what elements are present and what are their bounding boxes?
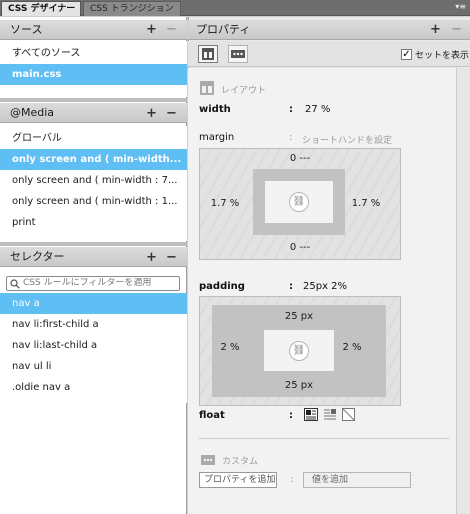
- remove-media-icon[interactable]: −: [166, 104, 177, 124]
- layout-section-label: レイアウト: [221, 86, 267, 96]
- sources-title: ソース: [10, 23, 43, 36]
- remove-property-icon[interactable]: −: [451, 20, 462, 40]
- ellipsis-icon: [231, 50, 245, 58]
- padding-colon: :: [289, 281, 293, 292]
- sources-list: すべてのソース main.css: [0, 41, 187, 97]
- add-property-icon[interactable]: +: [430, 20, 441, 40]
- float-label: float: [199, 410, 225, 421]
- padding-top-value[interactable]: 25 px: [269, 311, 329, 322]
- margin-colon: :: [289, 132, 293, 143]
- show-set-label: セットを表示: [415, 51, 470, 61]
- margin-label: margin: [199, 132, 235, 143]
- add-selector-icon[interactable]: +: [146, 248, 157, 268]
- custom-section-label: カスタム: [222, 457, 259, 467]
- layout-category-button[interactable]: [198, 45, 218, 63]
- media-title: @Media: [10, 106, 55, 119]
- custom-section-icon: [201, 455, 215, 465]
- padding-label: padding: [199, 281, 245, 292]
- remove-source-icon[interactable]: −: [166, 20, 177, 40]
- tab-css-transitions[interactable]: CSS トランジション: [83, 1, 181, 16]
- custom-colon: :: [290, 474, 294, 485]
- selectors-header: セレクター: [0, 247, 187, 267]
- selector-item[interactable]: .oldie nav a: [0, 377, 187, 398]
- media-list: グローバル only screen and ( min-width... onl…: [0, 126, 187, 241]
- media-item[interactable]: only screen and ( min-width : 1...: [0, 191, 187, 212]
- media-item[interactable]: グローバル: [0, 128, 187, 149]
- tab-css-designer[interactable]: CSS デザイナー: [1, 1, 81, 16]
- source-item-selected[interactable]: main.css: [0, 64, 187, 85]
- selector-item[interactable]: nav ul li: [0, 356, 187, 377]
- padding-value[interactable]: 25px 2%: [303, 281, 347, 292]
- properties-title: プロパティ: [196, 23, 251, 36]
- width-label: width: [199, 104, 231, 115]
- margin-bottom-value[interactable]: 0 ---: [270, 242, 330, 253]
- width-colon: :: [289, 104, 293, 115]
- margin-top-value[interactable]: 0 ---: [270, 153, 330, 164]
- selector-filter-input[interactable]: [23, 278, 173, 288]
- divider[interactable]: [0, 242, 187, 246]
- padding-right-value[interactable]: 2 %: [334, 342, 370, 353]
- custom-property-input[interactable]: プロパティを追加: [199, 472, 277, 488]
- padding-left-value[interactable]: 2 %: [212, 342, 248, 353]
- source-item[interactable]: すべてのソース: [0, 43, 187, 64]
- link-padding-icon[interactable]: ⛓: [289, 341, 309, 361]
- selector-item-selected[interactable]: nav a: [0, 293, 187, 314]
- more-category-button[interactable]: [228, 45, 248, 63]
- link-margin-icon[interactable]: ⛓: [289, 192, 309, 212]
- section-divider: [199, 438, 449, 439]
- properties-scrollbar[interactable]: [456, 68, 470, 514]
- media-item[interactable]: only screen and ( min-width : 7...: [0, 170, 187, 191]
- margin-left-value[interactable]: 1.7 %: [203, 198, 247, 209]
- properties-header: プロパティ: [188, 20, 470, 40]
- layout-section-icon: [200, 81, 214, 95]
- media-header: @Media: [0, 103, 187, 123]
- add-media-icon[interactable]: +: [146, 104, 157, 124]
- selector-filter-field[interactable]: [6, 276, 180, 291]
- show-set-checkbox[interactable]: ✓: [401, 49, 412, 60]
- float-left-icon[interactable]: [304, 408, 318, 421]
- selector-item[interactable]: nav li:last-child a: [0, 335, 187, 356]
- selectors-title: セレクター: [10, 250, 65, 263]
- float-colon: :: [289, 410, 293, 421]
- margin-right-value[interactable]: 1.7 %: [344, 198, 388, 209]
- selectors-list: nav a nav li:first-child a nav li:last-c…: [0, 293, 187, 403]
- sources-header: ソース: [0, 20, 187, 40]
- selector-item[interactable]: nav li:first-child a: [0, 314, 187, 335]
- tab-bar: CSS デザイナー CSS トランジション ▾≡: [0, 0, 470, 16]
- width-value[interactable]: 27 %: [305, 104, 330, 115]
- add-source-icon[interactable]: +: [146, 20, 157, 40]
- divider[interactable]: [0, 98, 187, 102]
- custom-value-input[interactable]: 値を追加: [303, 472, 411, 488]
- media-item-selected[interactable]: only screen and ( min-width...: [0, 149, 187, 170]
- margin-shorthand-field[interactable]: ショートハンドを設定: [302, 133, 392, 146]
- remove-selector-icon[interactable]: −: [166, 248, 177, 268]
- layout-icon: [202, 48, 214, 60]
- float-none-icon[interactable]: [342, 408, 355, 421]
- media-item[interactable]: print: [0, 212, 187, 233]
- padding-bottom-value[interactable]: 25 px: [269, 380, 329, 391]
- panel-menu-icon[interactable]: ▾≡: [455, 2, 466, 11]
- float-right-icon[interactable]: [323, 408, 337, 421]
- search-icon: [10, 279, 20, 289]
